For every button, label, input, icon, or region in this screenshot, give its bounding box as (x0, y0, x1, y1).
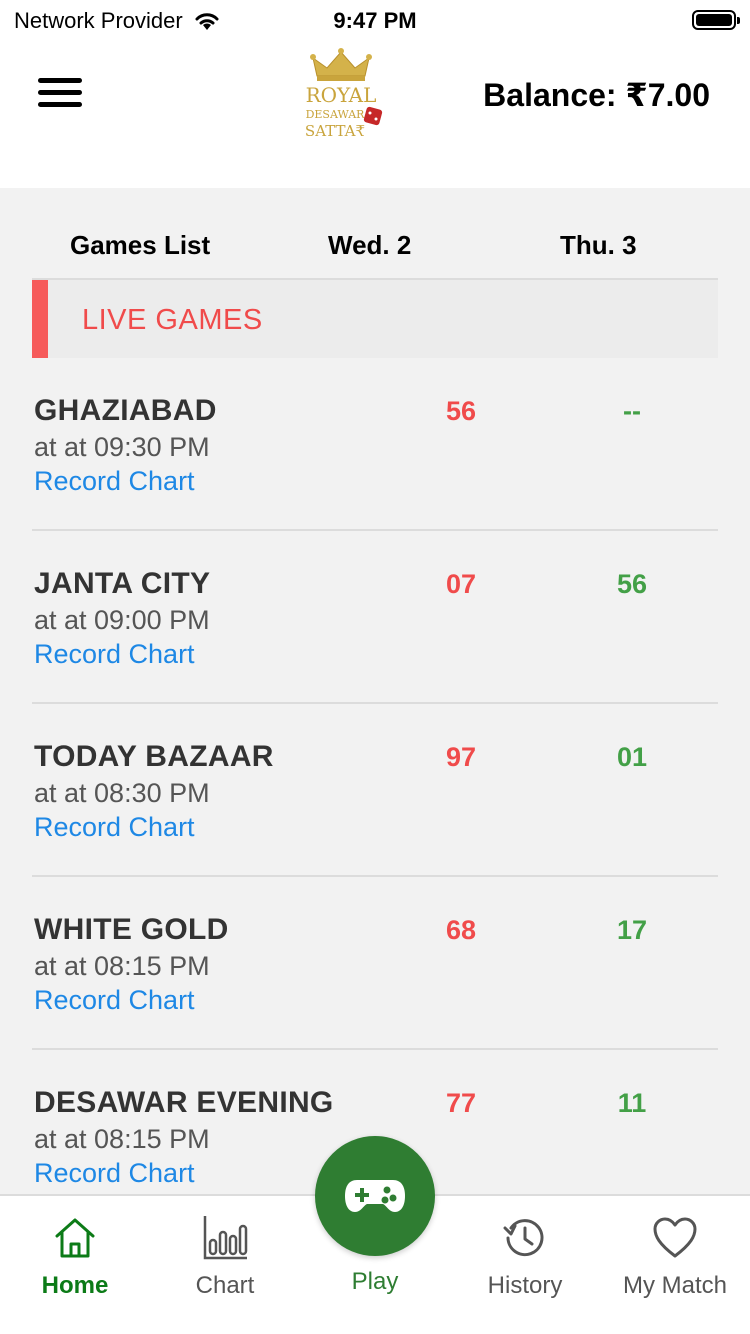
result-day1: 77 (445, 1088, 477, 1118)
tab-play-label: Play (351, 1268, 399, 1295)
record-chart-link[interactable]: Record Chart (34, 812, 195, 843)
balance-label: Balance: ₹7.00 (483, 77, 710, 113)
result-day1: 68 (445, 915, 477, 945)
result-day2: 11 (617, 1088, 647, 1118)
record-chart-link[interactable]: Record Chart (34, 466, 195, 497)
play-button[interactable] (315, 1136, 435, 1256)
tab-chart-label: Chart (195, 1272, 255, 1299)
game-row[interactable]: JANTA CITY at at 09:00 PM Record Chart 0… (32, 531, 718, 704)
record-chart-link[interactable]: Record Chart (34, 985, 195, 1016)
tab-my-match[interactable]: My Match (600, 1196, 750, 1334)
game-time: at at 08:30 PM (34, 778, 210, 808)
result-day1: 97 (445, 742, 477, 772)
column-day1: Wed. 2 (328, 230, 412, 260)
games-column-header: Games List Wed. 2 Thu. 3 (32, 222, 718, 268)
result-day1: 07 (445, 569, 477, 599)
game-row[interactable]: TODAY BAZAAR at at 08:30 PM Record Chart… (32, 704, 718, 877)
hamburger-menu-icon[interactable] (38, 78, 82, 112)
game-name: WHITE GOLD (34, 913, 229, 946)
app-header: ROYAL DESAWAR SATTA₹ Balance: ₹7.00 (0, 40, 750, 188)
battery-icon (692, 10, 740, 30)
record-chart-link[interactable]: Record Chart (34, 639, 195, 670)
result-day2: -- (623, 396, 641, 426)
game-row[interactable]: GHAZIABAD at at 09:30 PM Record Chart 56… (32, 358, 718, 531)
live-games-title: LIVE GAMES (82, 304, 263, 336)
status-time: 9:47 PM (333, 8, 417, 33)
result-day2: 17 (616, 915, 648, 945)
tab-my-match-label: My Match (622, 1272, 727, 1299)
result-day2: 01 (616, 742, 648, 772)
app-screen: Network Provider 9:47 PM ROYAL DESAWAR S… (0, 0, 750, 1334)
live-indicator-bar (32, 280, 48, 358)
record-chart-link[interactable]: Record Chart (34, 1158, 195, 1189)
game-time: at at 09:00 PM (34, 605, 210, 635)
column-games-list: Games List (70, 230, 211, 260)
game-row[interactable]: WHITE GOLD at at 08:15 PM Record Chart 6… (32, 877, 718, 1050)
tab-history[interactable]: History (450, 1196, 600, 1334)
game-name: TODAY BAZAAR (34, 740, 274, 773)
game-time: at at 08:15 PM (34, 1124, 210, 1154)
history-icon (503, 1219, 544, 1257)
tab-chart[interactable]: Chart (150, 1196, 300, 1334)
logo-line1: ROYAL (306, 83, 377, 107)
games-list: GHAZIABAD at at 09:30 PM Record Chart 56… (32, 358, 718, 1223)
tab-history-label: History (487, 1272, 563, 1299)
tab-home[interactable]: Home (0, 1196, 150, 1334)
result-day2: 56 (616, 569, 648, 599)
status-bar: Network Provider 9:47 PM (0, 0, 750, 40)
live-games-section-header: LIVE GAMES (32, 280, 718, 358)
gamepad-icon (345, 1180, 405, 1212)
game-name: JANTA CITY (34, 567, 211, 600)
heart-icon (653, 1217, 697, 1258)
tab-home-label: Home (41, 1272, 109, 1299)
result-day1: 56 (445, 396, 477, 426)
game-name: GHAZIABAD (34, 394, 217, 427)
logo-line3: SATTA₹ (305, 122, 365, 140)
home-icon (55, 1218, 95, 1258)
logo-line2: DESAWAR (306, 108, 366, 121)
game-time: at at 08:15 PM (34, 951, 210, 981)
game-name: DESAWAR EVENING (34, 1086, 334, 1119)
royal-desawar-satta-logo: ROYAL DESAWAR SATTA₹ (305, 48, 383, 140)
bar-chart-icon (203, 1216, 248, 1260)
column-day2: Thu. 3 (560, 230, 637, 260)
game-time: at at 09:30 PM (34, 432, 210, 462)
